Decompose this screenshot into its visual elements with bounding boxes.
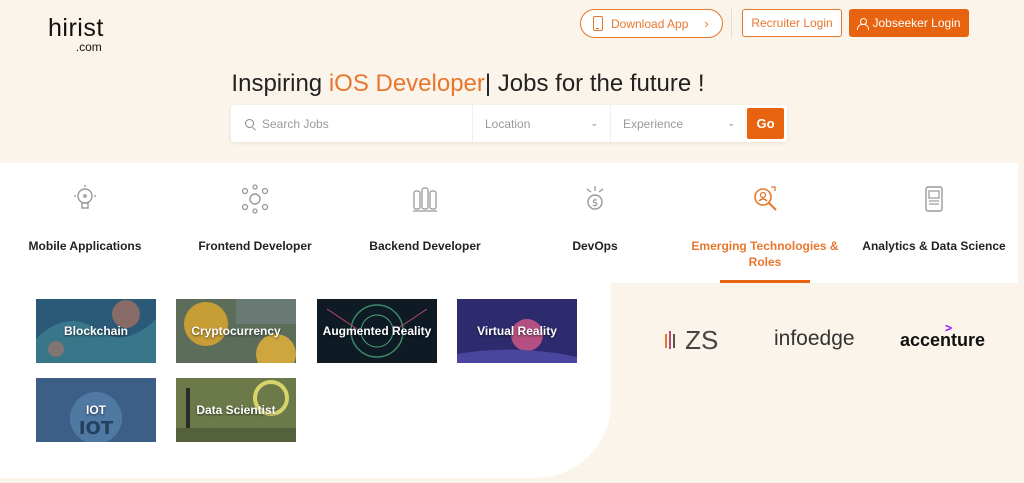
search-icon [245, 119, 254, 128]
role-tile-data-scientist[interactable]: Data Scientist [176, 378, 296, 442]
category-label: Backend Developer [369, 239, 481, 253]
hero-title: Inspiring iOS Developer| Jobs for the fu… [0, 70, 936, 98]
tile-label: Virtual Reality [477, 324, 557, 338]
company-logo-infoedge[interactable]: infoedge [774, 327, 855, 351]
category-label: Emerging Technologies & Roles [691, 239, 839, 269]
role-tile-iot[interactable]: IOT IOT [36, 378, 156, 442]
zs-mark-icon [665, 331, 675, 349]
lightbulb-icon [74, 185, 96, 209]
location-select[interactable]: Location ⌄ [473, 105, 611, 142]
download-app-label: Download App [611, 16, 689, 31]
role-tile-cryptocurrency[interactable]: Cryptocurrency [176, 299, 296, 363]
experience-select[interactable]: Experience ⌄ [611, 105, 747, 142]
header-divider [731, 9, 732, 38]
zs-wordmark: ZS [685, 325, 719, 355]
recruiter-login-button[interactable]: Recruiter Login [742, 9, 842, 37]
search-jobs-placeholder: Search Jobs [262, 116, 329, 131]
company-logo-accenture[interactable]: > accenture [900, 321, 986, 351]
logo-domain: .com [75, 40, 102, 54]
phone-icon [593, 16, 603, 31]
download-app-button[interactable]: Download App › [580, 9, 723, 38]
category-label: Frontend Developer [198, 239, 312, 253]
user-icon [857, 18, 870, 30]
role-tile-augmented-reality[interactable]: Augmented Reality [317, 299, 437, 363]
network-icon [241, 184, 269, 214]
company-logo-zs[interactable]: ZS [665, 325, 718, 356]
servers-icon [413, 187, 437, 212]
infoedge-wordmark: infoedge [774, 327, 855, 350]
active-tab-underline [720, 280, 810, 283]
location-placeholder: Location [485, 116, 531, 131]
jobseeker-login-button[interactable]: Jobseeker Login [849, 9, 969, 37]
category-label: Analytics & Data Science [862, 239, 1006, 253]
category-tab-backend-developer[interactable]: Backend Developer [340, 163, 510, 283]
category-tab-analytics-data-science[interactable]: Analytics & Data Science [850, 163, 1018, 283]
category-tab-devops[interactable]: $ DevOps [510, 163, 680, 283]
category-label: Mobile Applications [28, 239, 142, 253]
go-label: Go [756, 116, 775, 131]
emerging-roles-panel: Blockchain Cryptocurrency Augmented Real… [0, 283, 611, 478]
tile-label: Data Scientist [196, 403, 276, 417]
category-tab-emerging-technologies[interactable]: Emerging Technologies & Roles [680, 163, 850, 283]
category-label: DevOps [572, 239, 618, 253]
tile-label: IOT [86, 403, 106, 417]
magnifier-icon [754, 186, 777, 211]
tile-label: Augmented Reality [322, 324, 432, 338]
category-tab-mobile-applications[interactable]: Mobile Applications [0, 163, 170, 283]
svg-text:IOT: IOT [79, 418, 114, 439]
chevron-down-icon: ⌄ [727, 118, 735, 128]
chevron-down-icon: ⌄ [590, 118, 598, 128]
tile-label: Cryptocurrency [191, 324, 281, 338]
chevron-right-icon: › [704, 16, 709, 31]
go-button[interactable]: Go [747, 108, 784, 139]
recruiter-login-label: Recruiter Login [751, 16, 833, 30]
hero-title-prefix: Inspiring [231, 70, 329, 97]
tile-label: Blockchain [63, 324, 129, 338]
role-tile-blockchain[interactable]: Blockchain [36, 299, 156, 363]
experience-placeholder: Experience [623, 116, 684, 131]
role-tile-virtual-reality[interactable]: Virtual Reality [457, 299, 577, 363]
svg-text:$: $ [592, 198, 598, 209]
category-tabs: Mobile Applications Frontend Developer B… [0, 163, 1018, 283]
jobseeker-login-label: Jobseeker Login [872, 16, 961, 30]
hero-title-highlight: iOS Developer [328, 70, 485, 97]
devops-icon: $ [586, 186, 604, 210]
search-jobs-input[interactable]: Search Jobs [231, 105, 473, 142]
hirist-logo[interactable]: hirist .com [48, 14, 104, 54]
accenture-mark-icon: > [945, 321, 953, 335]
analytics-icon [925, 186, 943, 212]
logo-name: hirist [48, 14, 104, 42]
accenture-wordmark: accenture [900, 330, 986, 350]
job-search-bar: Search Jobs Location ⌄ Experience ⌄ Go [231, 105, 787, 142]
category-tab-frontend-developer[interactable]: Frontend Developer [170, 163, 340, 283]
hero-title-suffix: | Jobs for the future ! [484, 70, 705, 97]
